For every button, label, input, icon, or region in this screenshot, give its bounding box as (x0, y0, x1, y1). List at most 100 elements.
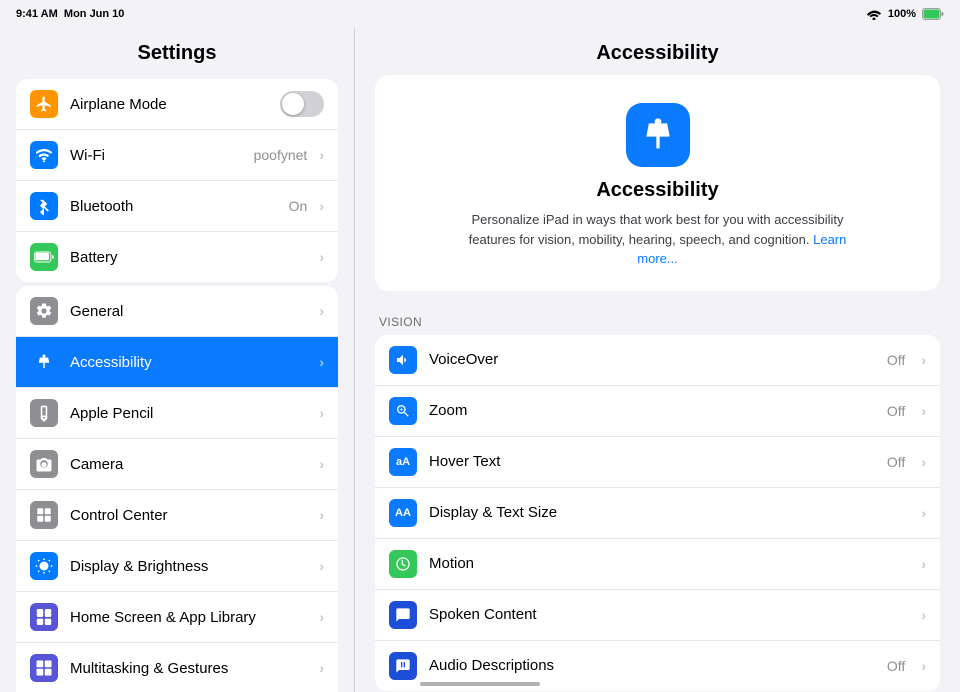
spoken-content-chevron: › (921, 607, 926, 623)
sidebar-item-accessibility[interactable]: Accessibility › (16, 337, 338, 388)
sidebar-item-general[interactable]: General › (16, 286, 338, 337)
hover-text-icon: aA (389, 448, 417, 476)
multitasking-chevron: › (319, 660, 324, 676)
voiceover-label: VoiceOver (429, 351, 875, 368)
voiceover-value: Off (887, 352, 905, 368)
battery-indicator: 100% (888, 8, 916, 20)
settings-row-spoken-content[interactable]: Spoken Content › (375, 590, 940, 641)
audio-descriptions-chevron: › (921, 658, 926, 674)
zoom-icon (389, 397, 417, 425)
audio-descriptions-icon (389, 652, 417, 680)
display-brightness-icon (30, 552, 58, 580)
spoken-content-label: Spoken Content (429, 606, 909, 623)
status-bar-right: 100% (866, 8, 944, 20)
battery-settings-icon (30, 243, 58, 271)
sidebar-item-display-brightness[interactable]: Display & Brightness › (16, 541, 338, 592)
general-chevron: › (319, 303, 324, 319)
zoom-value: Off (887, 403, 905, 419)
control-center-label: Control Center (70, 507, 307, 524)
ipad-screen: Settings Airplane Mode Wi-Fi poofynet (0, 28, 960, 692)
settings-row-voiceover[interactable]: VoiceOver Off › (375, 335, 940, 386)
sidebar-section-system: General › Accessibility › Apple Pencil › (16, 286, 338, 692)
accessibility-label: Accessibility (70, 354, 307, 371)
sidebar-item-home-screen[interactable]: Home Screen & App Library › (16, 592, 338, 643)
control-center-chevron: › (319, 507, 324, 523)
wifi-icon (30, 141, 58, 169)
airplane-mode-label: Airplane Mode (70, 96, 268, 113)
display-text-size-icon: AA (389, 499, 417, 527)
vision-section-label: VISION (375, 315, 940, 335)
sidebar-section-network: Airplane Mode Wi-Fi poofynet › Bluetooth (16, 79, 338, 282)
display-brightness-chevron: › (319, 558, 324, 574)
audio-descriptions-value: Off (887, 658, 905, 674)
bluetooth-label: Bluetooth (70, 198, 277, 215)
sidebar-item-bluetooth[interactable]: Bluetooth On › (16, 181, 338, 232)
sidebar-title: Settings (0, 28, 354, 75)
voiceover-icon (389, 346, 417, 374)
accessibility-chevron: › (319, 354, 324, 370)
bluetooth-chevron: › (319, 198, 324, 214)
hover-text-chevron: › (921, 454, 926, 470)
zoom-chevron: › (921, 403, 926, 419)
hover-text-value: Off (887, 454, 905, 470)
sidebar-item-apple-pencil[interactable]: Apple Pencil › (16, 388, 338, 439)
battery-chevron: › (319, 249, 324, 265)
motion-label: Motion (429, 555, 909, 572)
general-label: General (70, 303, 307, 320)
wifi-value: poofynet (254, 147, 308, 163)
motion-icon (389, 550, 417, 578)
sidebar-item-control-center[interactable]: Control Center › (16, 490, 338, 541)
camera-icon (30, 450, 58, 478)
home-screen-chevron: › (319, 609, 324, 625)
home-indicator (420, 682, 540, 686)
status-bar-time: 9:41 AM Mon Jun 10 (16, 8, 124, 20)
sidebar-item-multitasking[interactable]: Multitasking & Gestures › (16, 643, 338, 692)
vision-group: VoiceOver Off › Zoom Off › aA Hov (375, 335, 940, 691)
display-text-size-label: Display & Text Size (429, 504, 909, 521)
status-bar: 9:41 AM Mon Jun 10 100% (0, 0, 960, 28)
hover-text-label: Hover Text (429, 453, 875, 470)
zoom-label: Zoom (429, 402, 875, 419)
motion-chevron: › (921, 556, 926, 572)
spoken-content-icon (389, 601, 417, 629)
apple-pencil-icon (30, 399, 58, 427)
main-content: Accessibility Personalize iPad in ways t… (355, 75, 960, 692)
display-brightness-label: Display & Brightness (70, 558, 307, 575)
sidebar-item-wifi[interactable]: Wi-Fi poofynet › (16, 130, 338, 181)
wifi-chevron: › (319, 147, 324, 163)
hero-icon (626, 103, 690, 167)
settings-row-motion[interactable]: Motion › (375, 539, 940, 590)
accessibility-icon (30, 348, 58, 376)
voiceover-chevron: › (921, 352, 926, 368)
home-screen-icon (30, 603, 58, 631)
settings-row-display-text-size[interactable]: AA Display & Text Size › (375, 488, 940, 539)
general-icon (30, 297, 58, 325)
sidebar-scroll: Airplane Mode Wi-Fi poofynet › Bluetooth (0, 75, 354, 692)
main-title: Accessibility (355, 28, 960, 75)
camera-chevron: › (319, 456, 324, 472)
camera-label: Camera (70, 456, 307, 473)
multitasking-icon (30, 654, 58, 682)
multitasking-label: Multitasking & Gestures (70, 660, 307, 677)
sidebar-item-battery[interactable]: Battery › (16, 232, 338, 282)
wifi-icon (866, 8, 882, 20)
display-text-size-chevron: › (921, 505, 926, 521)
hero-title: Accessibility (596, 179, 718, 202)
sidebar: Settings Airplane Mode Wi-Fi poofynet (0, 28, 355, 692)
home-screen-label: Home Screen & App Library (70, 609, 307, 626)
settings-row-zoom[interactable]: Zoom Off › (375, 386, 940, 437)
main-panel: Accessibility Accessibility Personalize … (355, 28, 960, 692)
apple-pencil-chevron: › (319, 405, 324, 421)
wifi-label: Wi-Fi (70, 147, 242, 164)
battery-icon (922, 8, 944, 20)
battery-label: Battery (70, 249, 307, 266)
settings-row-hover-text[interactable]: aA Hover Text Off › (375, 437, 940, 488)
airplane-mode-toggle[interactable] (280, 91, 324, 117)
bluetooth-value: On (289, 198, 308, 214)
sidebar-item-airplane-mode[interactable]: Airplane Mode (16, 79, 338, 130)
hero-card: Accessibility Personalize iPad in ways t… (375, 75, 940, 291)
sidebar-item-camera[interactable]: Camera › (16, 439, 338, 490)
control-center-icon (30, 501, 58, 529)
audio-descriptions-label: Audio Descriptions (429, 657, 875, 674)
airplane-mode-icon (30, 90, 58, 118)
